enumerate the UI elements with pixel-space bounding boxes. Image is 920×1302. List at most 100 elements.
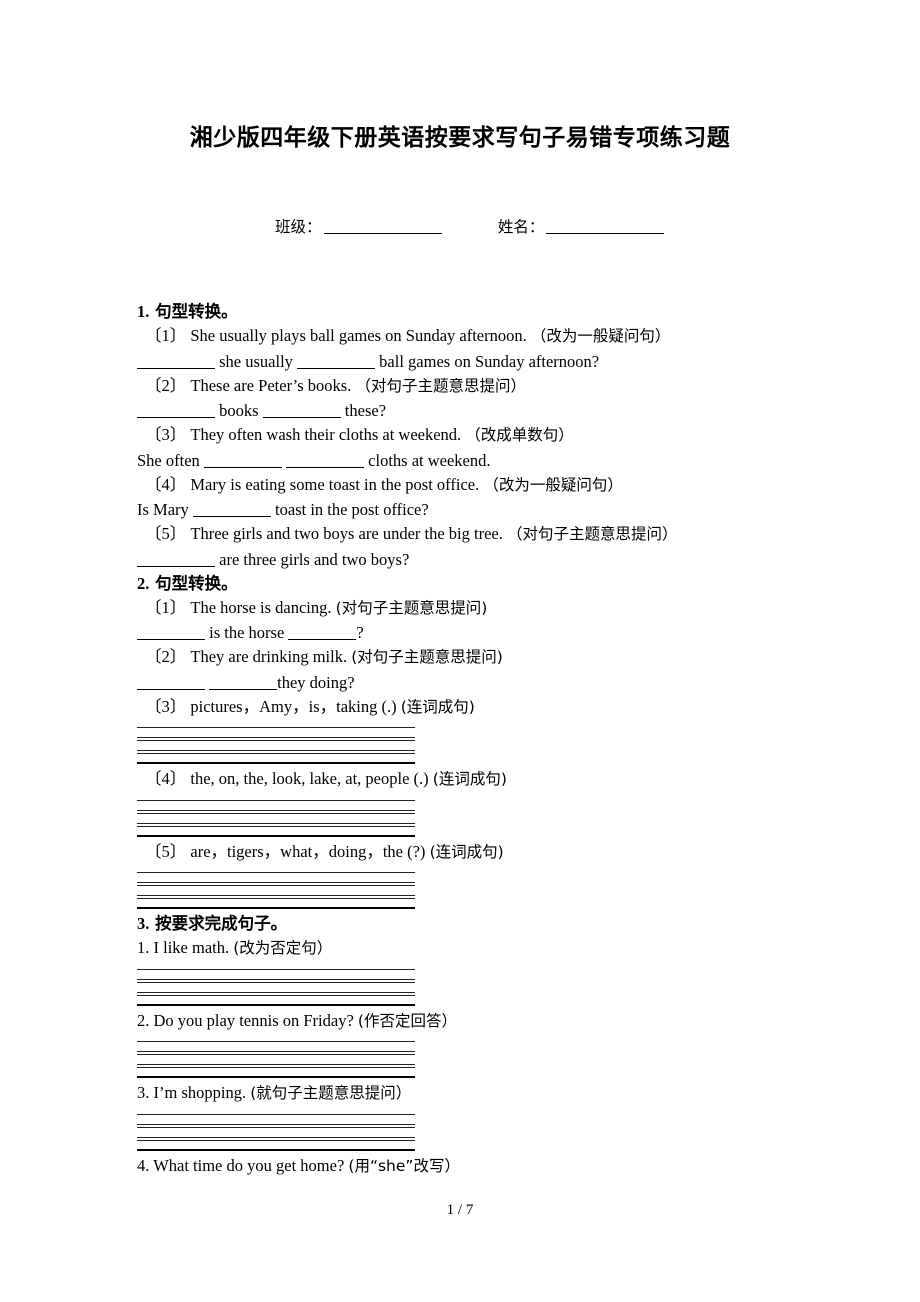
answer-blank[interactable] — [286, 451, 365, 468]
item-instruction: (连词成句) — [432, 770, 507, 788]
writing-line-bottom-rule — [137, 907, 415, 909]
writing-line — [137, 1139, 415, 1141]
item-instruction: (对句子主题意思提问) — [351, 648, 503, 666]
section-heading-1: 1. 句型转换。 — [137, 300, 797, 324]
section-heading-2: 2. 句型转换。 — [137, 572, 797, 596]
item-prompt: They often wash their cloths at weekend. — [190, 425, 462, 444]
writing-line — [137, 991, 415, 993]
answer-blank[interactable] — [137, 352, 215, 369]
section-number-2: 2. — [137, 573, 150, 593]
item-marker: 〔2〕 — [145, 647, 187, 666]
writing-line — [137, 812, 415, 814]
question-1-4: 〔4〕 Mary is eating some toast in the pos… — [137, 473, 797, 498]
item-prompt: They are drinking milk. — [190, 647, 348, 666]
writing-lines-3-3[interactable] — [137, 1113, 415, 1151]
name-field: 姓名： — [498, 216, 665, 236]
question-1-2: 〔2〕 These are Peter’s books. （对句子主题意思提问） — [137, 374, 797, 399]
item-instruction: （对句子主题意思提问） — [506, 525, 678, 543]
answer-mid-text: is the horse — [209, 623, 285, 642]
writing-line — [137, 1113, 415, 1115]
item-marker: 〔2〕 — [145, 375, 187, 395]
writing-line — [137, 1064, 415, 1065]
item-marker: 〔1〕 — [145, 597, 187, 617]
answer-mid-text: books — [219, 401, 259, 420]
answer-2-1: is the horse ? — [137, 620, 797, 645]
writing-lines-3-2[interactable] — [137, 1041, 415, 1078]
answer-blank[interactable] — [137, 673, 205, 690]
writing-line — [137, 872, 415, 873]
writing-line — [137, 994, 415, 996]
writing-line-bottom-rule — [137, 762, 415, 764]
writing-line — [137, 753, 415, 754]
writing-line — [137, 1051, 415, 1052]
answer-after-text: ? — [356, 623, 364, 642]
answer-after-text: they doing? — [277, 672, 355, 692]
item-marker: 〔5〕 — [145, 524, 187, 543]
writing-line — [137, 737, 415, 738]
item-prompt: Three girls and two boys are under the b… — [190, 524, 503, 543]
answer-1-3: She often cloths at weekend. — [137, 448, 797, 473]
writing-lines-2-4[interactable] — [137, 799, 415, 837]
answer-2-2: they doing? — [137, 670, 797, 695]
answer-blank[interactable] — [288, 624, 357, 640]
item-marker: 2. — [137, 1010, 150, 1030]
answer-blank[interactable] — [262, 402, 341, 418]
writing-line — [137, 885, 415, 886]
writing-line — [137, 978, 415, 980]
item-prompt: The horse is dancing. — [190, 597, 332, 617]
item-prompt: She usually plays ball games on Sunday a… — [190, 326, 527, 345]
answer-after-text: these? — [344, 401, 387, 420]
item-marker: 3. — [137, 1083, 150, 1102]
answer-blank[interactable] — [297, 352, 376, 369]
question-2-1: 〔1〕 The horse is dancing. (对句子主题意思提问) — [137, 596, 797, 621]
answer-after-text: cloths at weekend. — [368, 450, 491, 470]
question-1-1: 〔1〕 She usually plays ball games on Sund… — [137, 324, 797, 349]
answer-blank[interactable] — [203, 451, 282, 468]
worksheet-page: 湘少版四年级下册英语按要求写句子易错专项练习题 班级： 姓名： 1. 句型转换。… — [0, 0, 920, 1302]
name-label: 姓名： — [497, 218, 545, 236]
item-prompt: What time do you get home? — [153, 1155, 345, 1175]
question-2-5: 〔5〕 are，tigers，what，doing，the (?) (连词成句) — [137, 840, 797, 865]
answer-after-text: ball games on Sunday afternoon? — [379, 351, 600, 371]
question-3-3: 3. I’m shopping. (就句子主题意思提问） — [137, 1081, 797, 1106]
item-instruction: (对句子主题意思提问) — [335, 598, 488, 617]
answer-blank[interactable] — [137, 550, 215, 567]
answer-blank[interactable] — [137, 402, 215, 418]
section-number-1: 1. — [137, 302, 150, 321]
item-instruction: （改成单数句） — [465, 426, 574, 444]
writing-line — [137, 825, 415, 827]
item-prompt: I’m shopping. — [153, 1083, 247, 1102]
writing-line-bottom-rule — [137, 834, 415, 837]
item-instruction: (连词成句) — [429, 842, 504, 861]
item-instruction: （对句子主题意思提问） — [355, 376, 526, 395]
name-input-blank[interactable] — [546, 216, 665, 234]
item-instruction: (作否定回答） — [357, 1011, 457, 1030]
student-id-fields: 班级： 姓名： — [275, 215, 716, 237]
item-marker: 〔3〕 — [145, 425, 187, 444]
item-marker: 〔1〕 — [145, 326, 187, 345]
answer-blank[interactable] — [209, 673, 278, 690]
answer-blank[interactable] — [192, 501, 271, 517]
answer-blank[interactable] — [137, 624, 205, 640]
writing-line — [137, 1126, 415, 1128]
writing-lines-2-5[interactable] — [137, 872, 415, 909]
writing-line — [137, 898, 415, 899]
item-marker: 〔4〕 — [145, 769, 187, 788]
writing-line — [137, 1041, 415, 1042]
page-number: 1 / 7 — [446, 1202, 474, 1218]
item-prompt: Mary is eating some toast in the post of… — [190, 474, 480, 494]
class-label: 班级： — [275, 218, 322, 236]
writing-line — [137, 1054, 415, 1055]
answer-1-4: Is Mary toast in the post office? — [137, 497, 797, 522]
writing-lines-2-3[interactable] — [137, 727, 415, 764]
class-input-blank[interactable] — [323, 216, 442, 234]
item-prompt: pictures，Amy，is，taking (.) — [190, 696, 397, 716]
writing-lines-3-1[interactable] — [137, 968, 415, 1006]
item-instruction: (就句子主题意思提问） — [250, 1084, 412, 1102]
item-prompt: are，tigers，what，doing，the (?) — [190, 841, 426, 861]
question-1-3: 〔3〕 They often wash their cloths at week… — [137, 423, 797, 448]
answer-before-text: Is Mary — [137, 500, 189, 519]
writing-line-bottom-rule — [137, 1003, 415, 1006]
question-2-4: 〔4〕 the, on, the, look, lake, at, people… — [137, 767, 797, 792]
writing-line — [137, 1136, 415, 1138]
